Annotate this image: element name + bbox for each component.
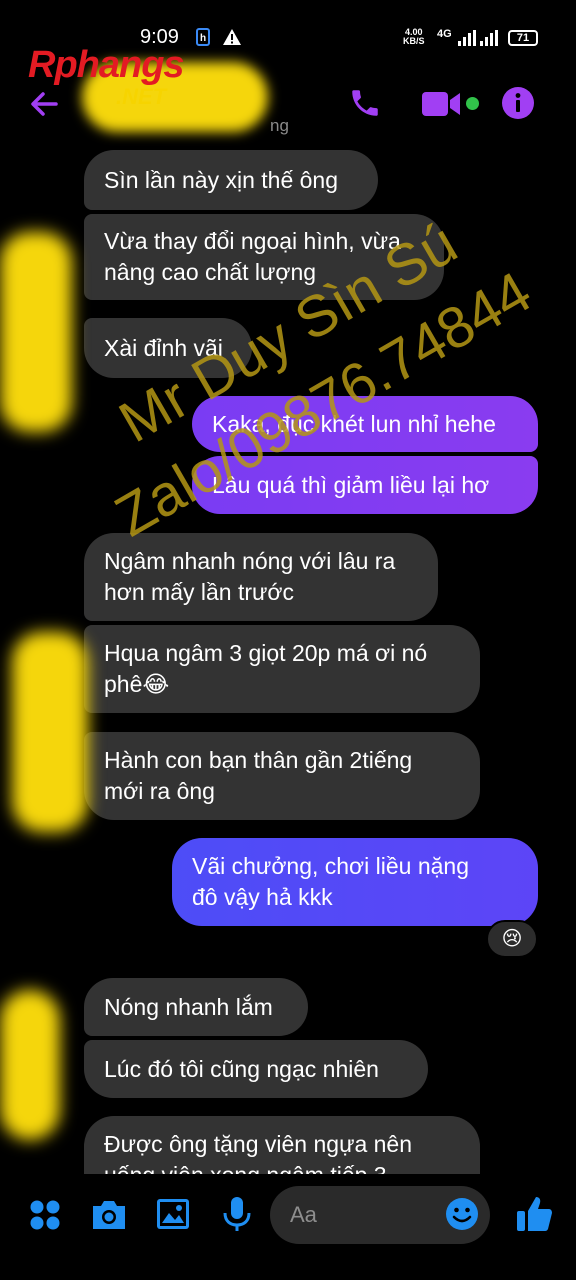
signal-icon-2 <box>480 30 498 46</box>
avatar-redacted <box>0 232 72 432</box>
avatar-redacted <box>0 990 60 1140</box>
message-bubble-incoming[interactable]: Sìn lần này xịn thế ông <box>84 150 378 210</box>
thumbs-up-icon <box>517 1197 552 1231</box>
message-reaction[interactable]: 😢 <box>486 920 538 958</box>
site-logo: Rphangs .NET <box>28 44 185 109</box>
message-input[interactable]: Aa <box>270 1186 490 1244</box>
message-bubble-incoming[interactable]: Hqua ngâm 3 giọt 20p má ơi nó phê😂 <box>84 625 480 713</box>
message-bubble-outgoing[interactable]: Vãi chưởng, chơi liều nặng đô vậy hả kkk <box>172 838 538 926</box>
message-bubble-incoming[interactable]: Vừa thay đổi ngoại hình, vừa nâng cao ch… <box>84 214 444 300</box>
four-dots-icon <box>30 1200 60 1230</box>
message-input-placeholder: Aa <box>290 1202 317 1227</box>
online-indicator <box>466 97 479 110</box>
video-call-button[interactable] <box>422 90 462 123</box>
camera-icon <box>93 1201 125 1229</box>
microphone-icon <box>223 1197 251 1231</box>
more-actions-button[interactable] <box>28 1198 62 1237</box>
conversation-info-button[interactable] <box>501 86 535 125</box>
message-bubble-outgoing[interactable]: Lâu quá thì giảm liều lại hơ <box>192 456 538 514</box>
message-bubble-incoming[interactable]: Nóng nhanh lắm <box>84 978 308 1036</box>
warning-icon <box>222 28 242 51</box>
message-bubble-incoming[interactable]: Xài đỉnh vãi <box>84 318 252 378</box>
gallery-button[interactable] <box>156 1198 190 1235</box>
signal-icon <box>458 30 476 46</box>
network-speed: 4.00 KB/S <box>403 27 425 46</box>
svg-text:h: h <box>200 33 206 44</box>
camera-button[interactable] <box>90 1198 128 1237</box>
message-bubble-incoming[interactable]: Ngâm nhanh nóng với lâu ra hơn mấy lần t… <box>84 533 438 621</box>
contact-active-status: ng <box>270 116 289 135</box>
emoji-button[interactable] <box>445 1197 479 1236</box>
battery-indicator: 71 <box>508 30 538 46</box>
image-icon <box>157 1199 189 1229</box>
voice-message-button[interactable] <box>222 1196 252 1237</box>
like-button[interactable] <box>514 1194 554 1239</box>
message-bubble-incoming[interactable]: Hành con bạn thân gần 2tiếng mới ra ông <box>84 732 480 820</box>
sad-face-icon: 😢 <box>501 928 523 950</box>
smiley-icon <box>446 1198 478 1230</box>
network-type: 4G <box>437 28 452 40</box>
avatar-redacted <box>12 632 88 832</box>
phone-icon <box>352 90 378 116</box>
video-camera-icon <box>422 92 460 116</box>
voice-call-button[interactable] <box>348 86 382 125</box>
info-icon <box>502 87 534 119</box>
message-bubble-incoming[interactable]: Lúc đó tôi cũng ngạc nhiên <box>84 1040 428 1098</box>
message-bubble-outgoing[interactable]: Kaka, đục khét lun nhỉ hehe <box>192 396 538 452</box>
